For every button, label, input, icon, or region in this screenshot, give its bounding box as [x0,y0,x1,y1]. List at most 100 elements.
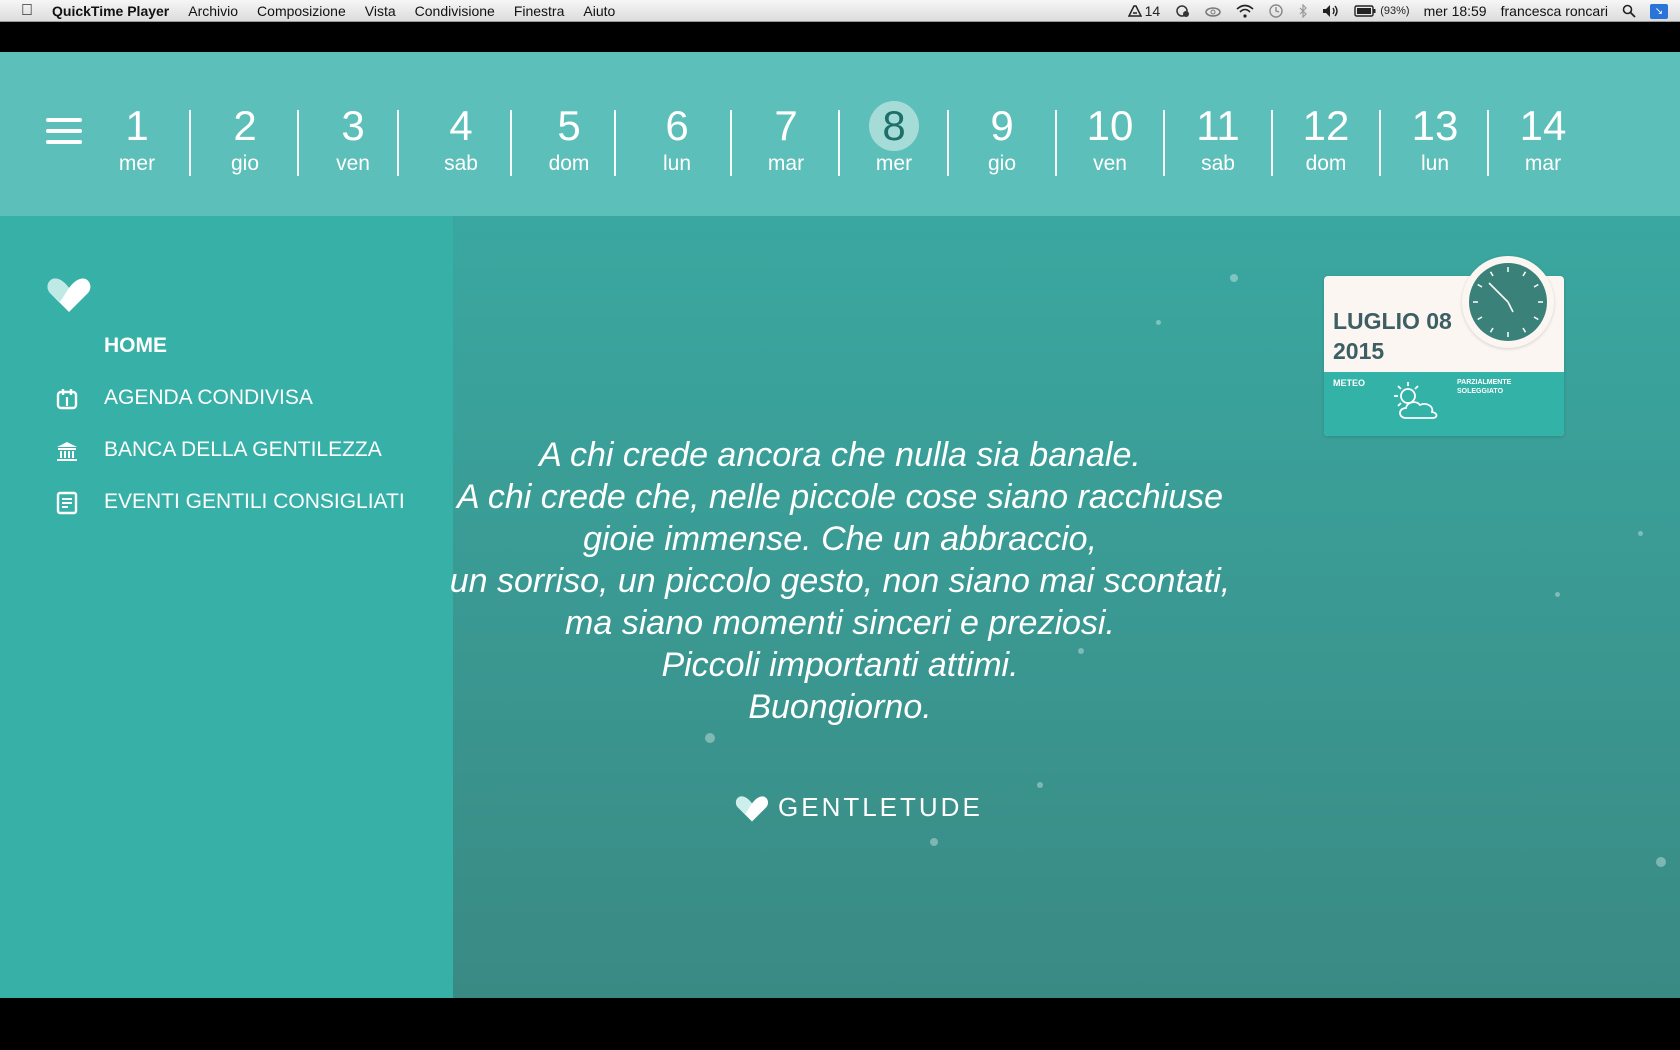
menubar-user[interactable]: francesca roncari [1501,3,1608,19]
day-11[interactable]: 11 sab [1173,102,1263,176]
menu-vista[interactable]: Vista [365,3,396,19]
bokeh-dot [1230,274,1238,282]
day-number: 1 [125,102,149,149]
day-8-selected[interactable]: 8 mer [849,101,939,176]
battery-status[interactable]: (93%) [1354,0,1410,22]
day-weekday: dom [1305,152,1347,175]
adobe-icon [1127,5,1142,17]
day-divider [1163,110,1165,176]
day-divider [397,110,399,176]
day-number: 2 [233,102,257,149]
widget-date-month-day: LUGLIO 08 [1333,308,1452,334]
menu-composizione[interactable]: Composizione [257,3,346,19]
adobe-status[interactable]: 14 [1127,0,1160,22]
letterbox-bottom [0,998,1680,1050]
day-selector-bar: 1 mer 2 gio 3 ven 4 sab 5 dom 6 lun 7 mar 8 mer … [0,52,1680,216]
day-divider [1055,110,1057,176]
day-7[interactable]: 7 mar [741,102,831,176]
day-divider [838,110,840,176]
day-weekday: lun [1420,152,1450,175]
day-divider [730,110,732,176]
time-machine-icon[interactable] [1268,0,1284,22]
wifi-icon[interactable] [1236,0,1254,22]
day-divider [1487,110,1489,176]
day-6[interactable]: 6 lun [632,102,722,176]
sync-icon[interactable] [1174,0,1190,22]
day-weekday: gio [987,152,1017,175]
day-weekday: sab [444,152,478,175]
weather-condition-line: PARZIALMENTE [1457,379,1512,386]
sidebar-menu: HOME AGENDA CONDIVISA BANCA DELLA GENTIL… [0,216,453,998]
day-number: 10 [1086,102,1134,149]
day-number: 14 [1519,102,1567,149]
calendar-icon [56,389,78,410]
partly-sunny-icon [1394,382,1438,419]
quote-line: gioie immense. Che un abbraccio, [582,520,1098,558]
sidebar-item-agenda-condivisa[interactable]: AGENDA CONDIVISA [104,386,313,410]
widget-date: LUGLIO 08 2015 [1333,306,1452,366]
spotlight-search-icon[interactable] [1622,0,1636,22]
creative-cloud-icon[interactable] [1204,0,1222,22]
heart-logo-icon [735,795,769,821]
day-number: 9 [990,102,1014,149]
menu-finestra[interactable]: Finestra [514,3,565,19]
day-9[interactable]: 9 gio [957,102,1047,176]
sidebar-item-home[interactable]: HOME [104,334,167,358]
day-number: 6 [665,102,689,149]
day-12[interactable]: 12 dom [1281,102,1371,176]
day-weekday: dom [548,152,590,175]
bluetooth-icon[interactable] [1298,0,1308,22]
day-4[interactable]: 4 sab [416,102,506,176]
hamburger-menu-icon[interactable] [46,116,82,146]
sidebar-item-banca-della-gentilezza[interactable]: BANCA DELLA GENTILEZZA [104,438,382,462]
volume-icon[interactable] [1322,0,1340,22]
day-5[interactable]: 5 dom [524,102,614,176]
day-divider [510,110,512,176]
day-divider [1271,110,1273,176]
day-weekday: mer [118,152,156,175]
gentletude-brand: GENTLETUDE [734,792,983,823]
day-2[interactable]: 2 gio [200,102,290,176]
day-number: 11 [1196,102,1240,149]
day-weekday: mer [875,152,913,175]
menu-condivisione[interactable]: Condivisione [415,3,495,19]
day-number: 4 [449,102,473,149]
bokeh-dot [1156,320,1161,325]
document-icon [56,491,78,515]
bokeh-dot [1638,531,1643,536]
apple-menu-icon[interactable]:  [16,2,38,20]
menu-archivio[interactable]: Archivio [188,3,238,19]
day-10[interactable]: 10 ven [1065,102,1155,176]
quote-line: Piccoli importanti attimi. [661,646,1019,684]
day-1[interactable]: 1 mer [92,102,182,176]
day-3[interactable]: 3 ven [308,102,398,176]
battery-percent: (93%) [1380,5,1410,17]
day-13[interactable]: 13 lun [1390,102,1480,176]
weather-label: METEO [1333,378,1366,388]
bokeh-dot [1037,782,1043,788]
day-weekday: sab [1201,152,1235,175]
day-number: 12 [1302,102,1350,149]
fullscreen-exit-icon[interactable]: ↘ [1650,3,1668,19]
day-divider [614,110,616,176]
day-weekday: ven [336,152,370,175]
bokeh-dot [930,838,938,846]
bokeh-dot [1555,592,1560,597]
day-number: 5 [557,102,581,149]
menubar-clock[interactable]: mer 18:59 [1424,3,1487,19]
weather-condition-line: SOLEGGIATO [1457,388,1504,395]
analog-clock [1462,256,1554,348]
menu-aiuto[interactable]: Aiuto [583,3,615,19]
weather-panel: METEO PARZIALMENTE SOLEGGIATO [1324,372,1564,436]
day-weekday: ven [1093,152,1127,175]
day-number: 13 [1411,102,1459,149]
battery-icon [1354,5,1376,17]
gentletude-app: 1 mer 2 gio 3 ven 4 sab 5 dom 6 lun 7 mar 8 mer … [0,52,1680,998]
date-weather-widget: LUGLIO 08 2015 METEO PARZIALMENTE SOLEGG… [1324,256,1564,436]
sidebar-item-eventi-gentili-consigliati[interactable]: EVENTI GENTILI CONSIGLIATI [104,490,405,514]
day-14[interactable]: 14 mar [1498,102,1588,176]
day-divider [297,110,299,176]
menu-app-name[interactable]: QuickTime Player [52,3,169,19]
gentletude-heart-logo-icon[interactable] [46,274,92,314]
day-number: 7 [774,102,798,149]
